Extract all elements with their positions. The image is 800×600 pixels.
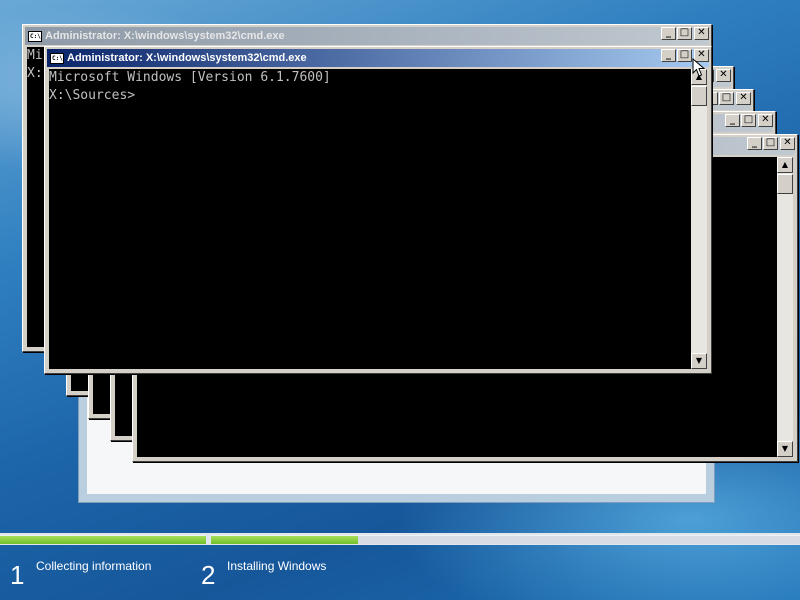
maximize-button[interactable]: □: [677, 49, 692, 62]
close-button[interactable]: ✕: [736, 92, 751, 105]
progress-segment-2: [211, 535, 800, 544]
maximize-button[interactable]: □: [763, 137, 778, 150]
close-button[interactable]: ✕: [716, 69, 731, 82]
console-line: Microsoft Windows [Version 6.1.7600]: [49, 70, 331, 85]
window-title: Administrator: X:\windows\system32\cmd.e…: [45, 30, 285, 42]
minimize-button[interactable]: _: [661, 27, 676, 40]
vertical-scrollbar[interactable]: ▲ ▼: [691, 69, 707, 369]
minimize-button[interactable]: _: [661, 49, 676, 62]
maximize-button[interactable]: □: [719, 92, 734, 105]
cmd-window-icon: C:\: [50, 52, 64, 64]
console-prompt: X:\Sources>: [49, 88, 136, 103]
scroll-down-button[interactable]: ▼: [777, 441, 793, 457]
scroll-down-button[interactable]: ▼: [691, 353, 707, 369]
maximize-button[interactable]: □: [741, 114, 756, 127]
step-label: Installing Windows: [227, 559, 327, 573]
minimize-button[interactable]: _: [747, 137, 762, 150]
mouse-pointer-icon: [692, 58, 706, 77]
vertical-scrollbar[interactable]: ▲▼: [777, 157, 793, 457]
step-number: 2: [201, 560, 216, 590]
step-label: Collecting information: [36, 559, 152, 573]
scroll-thumb[interactable]: [777, 174, 793, 194]
progress-segment-1: [0, 535, 206, 544]
close-button[interactable]: ✕: [758, 114, 773, 127]
close-button[interactable]: ✕: [780, 137, 795, 150]
setup-progress-bar: [0, 533, 800, 545]
window-title: Administrator: X:\windows\system32\cmd.e…: [67, 52, 307, 64]
cmd-window-active[interactable]: C:\ Administrator: X:\windows\system32\c…: [44, 46, 712, 374]
close-button[interactable]: ✕: [694, 27, 709, 40]
maximize-button[interactable]: □: [677, 27, 692, 40]
title-bar[interactable]: C:\ Administrator: X:\windows\system32\c…: [25, 27, 709, 45]
minimize-button[interactable]: _: [725, 114, 740, 127]
cmd-window-icon: C:\: [28, 30, 42, 42]
title-bar[interactable]: C:\ Administrator: X:\windows\system32\c…: [47, 49, 709, 67]
scroll-up-button[interactable]: ▲: [777, 157, 793, 173]
console-output[interactable]: Microsoft Windows [Version 6.1.7600] X:\…: [49, 69, 691, 369]
step-number: 1: [10, 560, 25, 590]
scroll-thumb[interactable]: [691, 86, 707, 106]
